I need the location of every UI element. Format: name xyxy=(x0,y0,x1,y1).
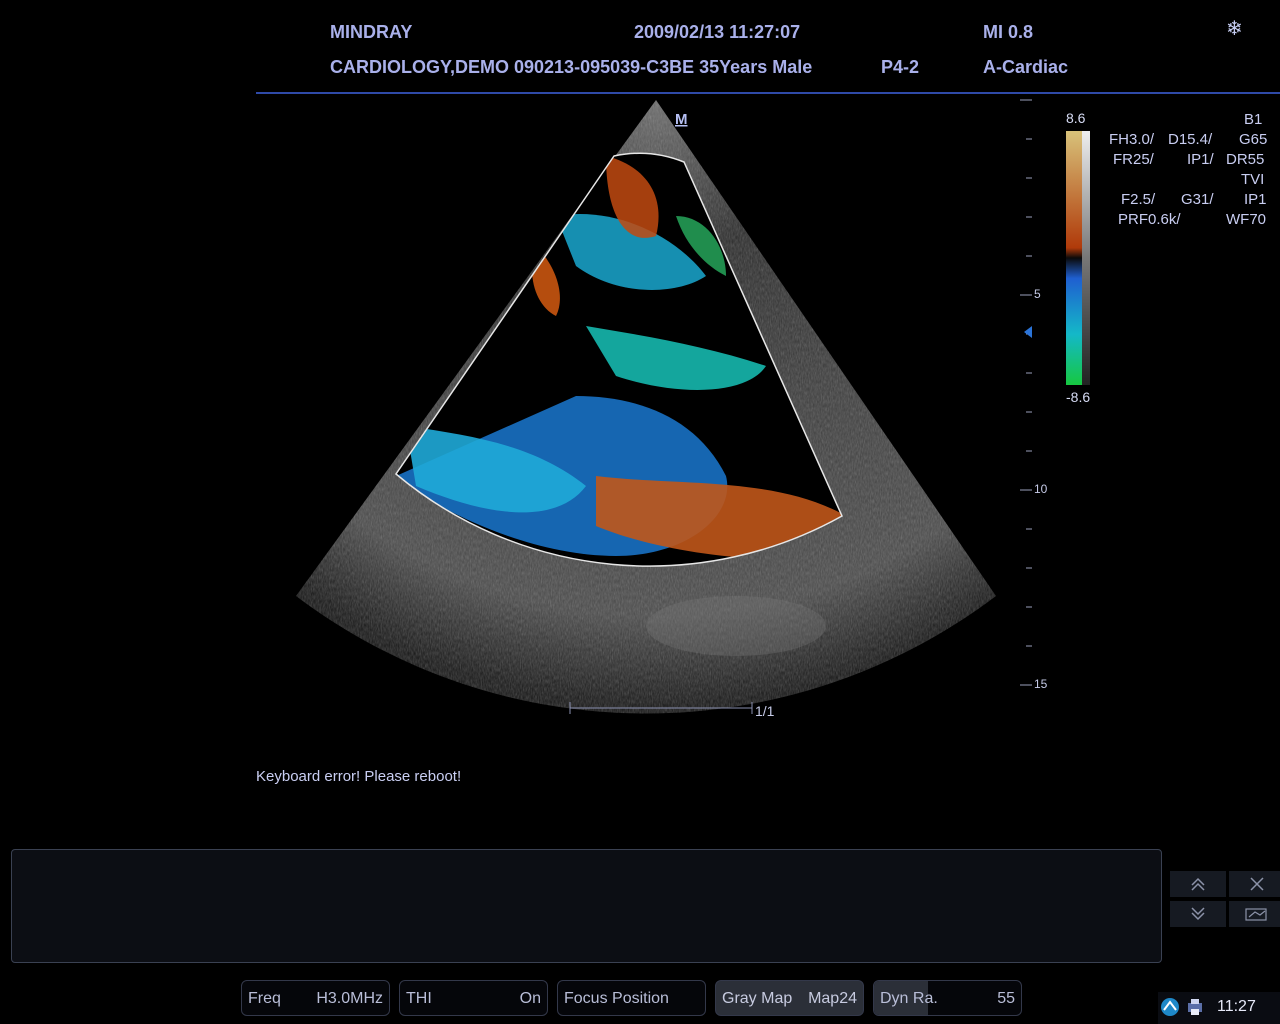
param-wf: WF70 xyxy=(1226,211,1267,228)
thi-label: THI xyxy=(406,990,432,1007)
close-icon xyxy=(1250,877,1264,891)
printer-icon[interactable] xyxy=(1185,997,1205,1017)
focus-position-label: Focus Position xyxy=(564,990,669,1007)
freeze-icon[interactable]: ❄ xyxy=(1226,16,1243,41)
thi-value: On xyxy=(519,990,541,1007)
probe-label: P4-2 xyxy=(881,57,920,77)
frame-counter: 1/1 xyxy=(755,703,775,719)
depth-label-5: 5 xyxy=(1034,287,1041,301)
freq-label: Freq xyxy=(248,990,281,1007)
dyn-range-value: 55 xyxy=(997,990,1015,1007)
close-button[interactable] xyxy=(1229,871,1280,897)
param-dr: DR55 xyxy=(1226,151,1265,168)
page-up-button[interactable] xyxy=(1170,871,1226,897)
thi-control[interactable]: THI On xyxy=(399,980,548,1016)
gray-map-label: Gray Map xyxy=(722,990,793,1007)
param-fh: FH3.0/ xyxy=(1109,131,1155,148)
chevrons-down-icon xyxy=(1191,907,1205,921)
freq-control[interactable]: Freq H3.0MHz xyxy=(241,980,390,1016)
depth-label-10: 10 xyxy=(1034,482,1048,496)
network-icon[interactable] xyxy=(1160,997,1180,1017)
gray-map-value: Map24 xyxy=(808,990,857,1007)
mi-label: MI 0.8 xyxy=(983,22,1034,42)
param-prf: PRF0.6k/ xyxy=(1118,211,1181,228)
export-button[interactable] xyxy=(1229,901,1280,927)
ultrasound-image[interactable]: M 1/1 xyxy=(256,96,1016,726)
param-g31: G31/ xyxy=(1181,191,1214,208)
gray-map-control[interactable]: Gray Map Map24 xyxy=(715,980,864,1016)
depth-scale xyxy=(1020,99,1032,686)
dyn-range-label: Dyn Ra. xyxy=(880,990,938,1007)
focus-marker-icon[interactable] xyxy=(1024,326,1032,338)
exam-label: A-Cardiac xyxy=(983,57,1069,77)
param-ip: IP1 xyxy=(1244,191,1267,208)
param-d: D15.4/ xyxy=(1168,131,1213,148)
patient-info: CARDIOLOGY,DEMO 090213-095039-C3BE 35Yea… xyxy=(330,57,813,77)
export-icon xyxy=(1245,908,1267,921)
colorbar-min: -8.6 xyxy=(1066,389,1091,405)
orientation-mark: M xyxy=(675,111,688,128)
colorbar-gray xyxy=(1082,131,1090,385)
focus-position-control[interactable]: Focus Position xyxy=(557,980,706,1016)
param-tvi: TVI xyxy=(1241,171,1265,188)
chevrons-up-icon xyxy=(1191,877,1205,891)
system-clock: 11:27 xyxy=(1217,998,1256,1015)
param-b1: B1 xyxy=(1244,111,1263,128)
menu-panel[interactable] xyxy=(11,849,1162,963)
param-fr: FR25/ xyxy=(1113,151,1154,168)
param-f: F2.5/ xyxy=(1121,191,1156,208)
param-g: G65 xyxy=(1239,131,1268,148)
colorbar xyxy=(1066,131,1082,385)
dyn-range-control[interactable]: Dyn Ra. 55 xyxy=(873,980,1022,1016)
header-divider xyxy=(256,92,1280,94)
freq-value: H3.0MHz xyxy=(316,990,383,1007)
depth-label-15: 15 xyxy=(1034,677,1048,691)
datetime-label: 2009/02/13 11:27:07 xyxy=(634,22,801,42)
status-message: Keyboard error! Please reboot! xyxy=(256,768,462,785)
brand-label: MINDRAY xyxy=(330,22,413,42)
param-ip1-slash: IP1/ xyxy=(1187,151,1214,168)
page-down-button[interactable] xyxy=(1170,901,1226,927)
colorbar-max: 8.6 xyxy=(1066,110,1086,126)
